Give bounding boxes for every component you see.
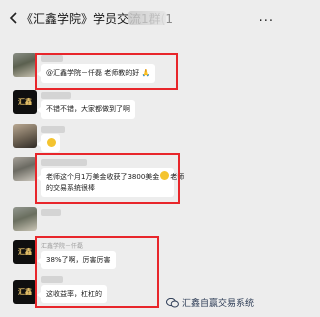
more-icon[interactable]: ··· xyxy=(259,14,274,29)
wechat-logo-icon xyxy=(166,297,179,307)
chat-header: 《汇鑫学院》学员交流1群(1 ··· xyxy=(0,0,282,40)
chat-screen: 《汇鑫学院》学员交流1群(1 ··· @汇鑫学院－仟磊 老师教的好 🙏 汇鑫 不… xyxy=(0,0,282,317)
avatar[interactable] xyxy=(13,124,37,148)
message-bubble[interactable]: 不错不错，大家都做到了啊 xyxy=(37,100,135,119)
message-bubble[interactable] xyxy=(37,134,60,152)
sender-nickname xyxy=(41,209,61,216)
highlight-box xyxy=(35,236,159,308)
highlight-box xyxy=(35,153,180,204)
smile-emoji-icon xyxy=(47,138,56,147)
avatar[interactable]: 汇鑫 xyxy=(13,280,37,304)
avatar[interactable] xyxy=(13,53,37,77)
title-blur-mask xyxy=(128,11,166,25)
watermark-text: 汇鑫自赢交易系统 xyxy=(182,299,255,309)
sender-nickname xyxy=(41,126,65,133)
logo-icon: 汇鑫 xyxy=(18,247,32,256)
back-arrow-icon[interactable] xyxy=(8,12,20,24)
logo-icon: 汇鑫 xyxy=(18,97,32,106)
sender-nickname xyxy=(41,92,71,99)
avatar[interactable]: 汇鑫 xyxy=(13,240,37,264)
highlight-box xyxy=(35,53,178,90)
watermark: 汇鑫自赢交易系统 xyxy=(166,296,254,309)
avatar[interactable] xyxy=(13,207,37,231)
message-text: 不错不错，大家都做到了啊 xyxy=(46,105,130,113)
logo-icon: 汇鑫 xyxy=(18,287,32,296)
avatar[interactable] xyxy=(13,157,37,181)
avatar[interactable]: 汇鑫 xyxy=(13,90,37,114)
